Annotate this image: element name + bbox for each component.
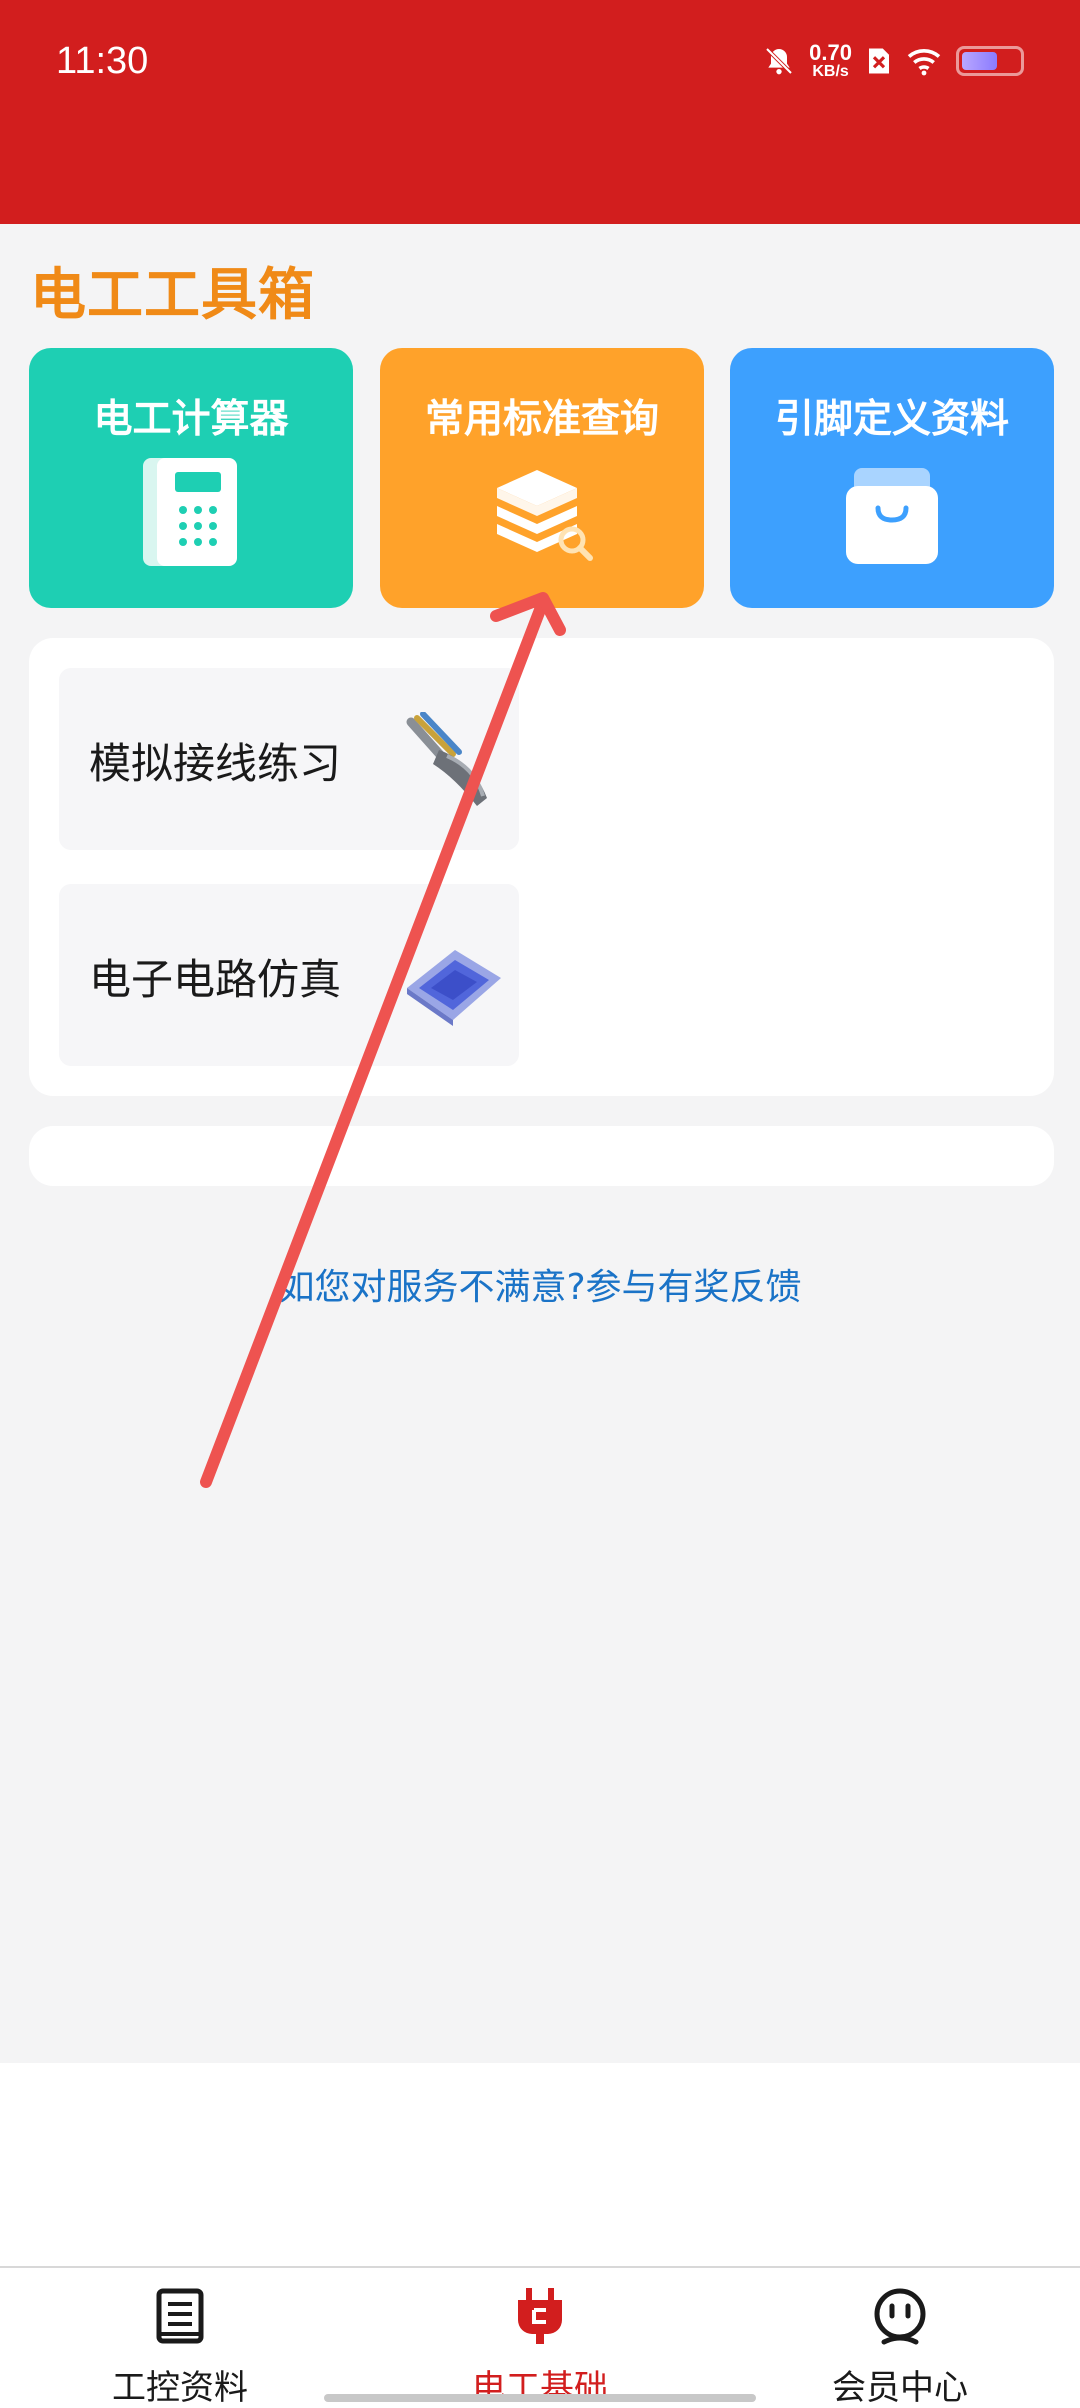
- practice-item-label: 模拟接线练习: [89, 739, 342, 788]
- nav-label: 工控资料: [112, 2368, 248, 2408]
- sim-x-icon: [869, 48, 889, 74]
- nav-item-member-center[interactable]: 会员中心: [720, 2268, 1080, 2408]
- tool-card-label: 引脚定义资料: [774, 397, 1009, 442]
- layers-search-icon: [497, 470, 593, 561]
- cable-wires-image: [406, 712, 487, 806]
- practice-item-wiring[interactable]: 模拟接线练习: [59, 668, 519, 850]
- archive-box-icon: [846, 468, 938, 564]
- status-time: 11:30: [56, 40, 149, 82]
- practice-panel: 模拟接线练习 电子电路仿真: [29, 638, 1054, 1096]
- nav-item-electrician-basics[interactable]: 电工基础: [360, 2268, 720, 2408]
- nav-item-industrial-data[interactable]: 工控资料: [0, 2268, 360, 2408]
- net-speed: 0.70 KB/s: [809, 40, 852, 80]
- empty-panel: [29, 1126, 1054, 1186]
- tool-card-label: 常用标准查询: [424, 397, 659, 442]
- status-icons: 0.70 KB/s: [763, 42, 1024, 80]
- chip-image: [407, 950, 501, 1026]
- calculator-icon: [143, 458, 237, 566]
- document-icon: [156, 2288, 204, 2344]
- practice-item-label: 电子电路仿真: [89, 955, 342, 1004]
- tool-card-label: 电工计算器: [93, 397, 289, 442]
- app-header: 11:30 0.70 KB/s: [0, 0, 1080, 224]
- home-indicator: [324, 2394, 756, 2402]
- smiley-icon: [874, 2288, 926, 2345]
- tool-card-calculator[interactable]: 电工计算器: [29, 348, 353, 608]
- feedback-link[interactable]: 如您对服务不满意?参与有奖反馈: [0, 1258, 1080, 1310]
- section-title: 电工工具箱: [30, 263, 315, 328]
- bottom-nav: 工控资料 电工基础 会员中心: [0, 2266, 1080, 2408]
- plug-icon: [518, 2288, 562, 2344]
- nav-label: 会员中心: [832, 2368, 968, 2408]
- tool-card-pin-definitions[interactable]: 引脚定义资料: [730, 348, 1054, 608]
- wifi-icon: [907, 49, 941, 76]
- bell-off-icon: [765, 47, 793, 75]
- battery-icon: [956, 46, 1024, 76]
- practice-item-circuit[interactable]: 电子电路仿真: [59, 884, 519, 1066]
- tool-card-standards[interactable]: 常用标准查询: [380, 348, 704, 608]
